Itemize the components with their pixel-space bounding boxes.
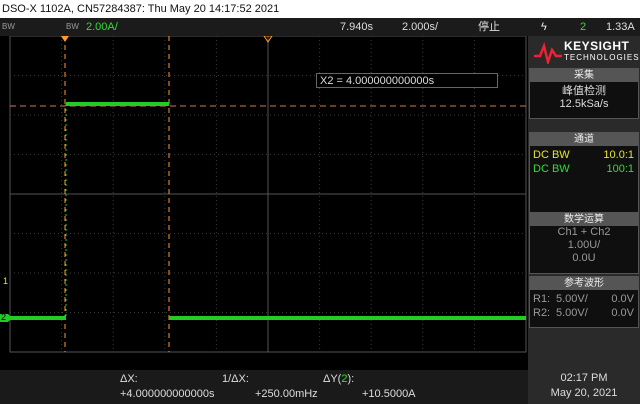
channel-2-row[interactable]: DC BW 100:1 — [530, 162, 638, 176]
reference-header: 参考波形 — [530, 277, 638, 290]
ch1-probe: 10.0:1 — [603, 149, 634, 161]
ref-1-offset: 0.0V — [611, 293, 634, 305]
inv-delta-x-value: +250.00mHz — [255, 388, 318, 400]
ref-2-scale: 5.00V/ — [556, 307, 588, 319]
brand-name: KEYSIGHT — [564, 39, 630, 53]
math-formula: Ch1 + Ch2 — [557, 226, 611, 238]
math-section[interactable]: 数学运算 Ch1 + Ch2 1.00U/ 0.0U — [529, 212, 639, 274]
clock-date: May 20, 2021 — [550, 387, 618, 399]
ref-1-label: R1: — [533, 293, 551, 305]
status-bar: BW BW 2.00A/ 7.940s 2.000s/ 停止 ϟ 2 1.33A — [0, 18, 640, 36]
clock-time: 02:17 PM — [560, 372, 608, 384]
delta-x-value: +4.000000000000s — [120, 388, 215, 400]
cursor-measurement-bar: ΔX: +4.000000000000s 1/ΔX: +250.00mHz ΔY… — [0, 370, 528, 404]
waveform-display[interactable]: X2 = 4.000000000000s 1 2 — [0, 36, 528, 354]
acquire-header: 采集 — [530, 69, 638, 82]
ch1-marker[interactable]: 1 — [3, 276, 8, 286]
math-scale: 1.00U/ — [567, 239, 601, 251]
acquire-section[interactable]: 采集 峰值检测 12.5kSa/s — [529, 68, 639, 119]
ref-2-offset: 0.0V — [611, 307, 634, 319]
keysight-logo: KEYSIGHT TECHNOLOGIES — [528, 36, 640, 68]
ch1-bw-indicator: BW — [2, 22, 15, 31]
clock-panel: 02:17 PM May 20, 2021 — [528, 370, 640, 404]
channel-1-row[interactable]: DC BW 10.0:1 — [530, 148, 638, 162]
trigger-channel: 2 — [580, 21, 587, 33]
delta-y-value: +10.5000A — [362, 388, 416, 400]
ch2-probe: 100:1 — [606, 163, 634, 175]
math-header: 数学运算 — [530, 213, 638, 226]
delta-x-label: ΔX: — [120, 373, 138, 385]
ch2-marker-label: 2 — [1, 312, 7, 322]
ref-1-row[interactable]: R1: 5.00V/ 0.0V — [530, 292, 638, 306]
ch1-coupling: DC BW — [533, 149, 570, 161]
trigger-icon: ϟ — [541, 21, 547, 33]
brand-sub: TECHNOLOGIES — [564, 53, 640, 62]
reference-section[interactable]: 参考波形 R1: 5.00V/ 0.0V R2: 5.00V/ 0.0V — [529, 276, 639, 328]
ch2-coupling: DC BW — [533, 163, 570, 175]
keysight-wave-icon — [534, 42, 562, 64]
ch2-bw-indicator: BW — [66, 22, 79, 31]
time-position[interactable]: 7.940s — [340, 18, 373, 36]
run-state[interactable]: 停止 — [478, 18, 500, 36]
acquire-mode: 峰值检测 — [562, 85, 606, 97]
delta-y-label: ΔY(2): — [323, 373, 355, 385]
window-title: DSO-X 1102A, CN57284387: Thu May 20 14:1… — [0, 0, 640, 18]
time-scale[interactable]: 2.000s/ — [402, 18, 438, 36]
side-panel: KEYSIGHT TECHNOLOGIES 采集 峰值检测 12.5kSa/s … — [528, 36, 640, 404]
sample-rate: 12.5kSa/s — [559, 98, 609, 110]
cursor-readout-box: X2 = 4.000000000000s — [316, 73, 498, 88]
ch2-scale[interactable]: 2.00A/ — [86, 18, 118, 36]
trigger-level[interactable]: 1.33A — [606, 18, 635, 36]
inv-delta-x-label: 1/ΔX: — [222, 373, 249, 385]
ref-1-scale: 5.00V/ — [556, 293, 588, 305]
cursor-x1-marker[interactable] — [61, 36, 69, 42]
ref-2-label: R2: — [533, 307, 551, 319]
ref-2-row[interactable]: R2: 5.00V/ 0.0V — [530, 306, 638, 320]
channel-header: 通道 — [530, 133, 638, 146]
math-offset: 0.0U — [572, 252, 596, 264]
